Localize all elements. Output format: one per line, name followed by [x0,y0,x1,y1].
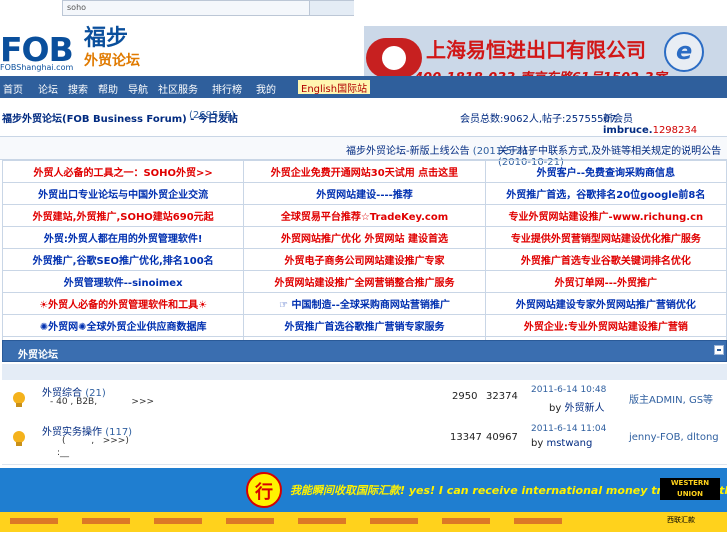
ad-link[interactable]: 专业提供外贸营销型网站建设优化推广服务 [484,226,727,249]
ad-row: 外贸出口专业论坛与中国外贸企业交流 外贸网站建设----推荐 外贸推广首选，谷歌排名… [1,182,727,205]
banner-company-name: 上海易恒进出口有限公司 [426,38,646,62]
topic-count: 13347 [450,432,482,443]
forum-column-header [2,364,727,380]
ad-link[interactable]: 外贸推广首选谷歌推广营销专家服务 [243,314,486,337]
ad-link[interactable]: 外贸网站建设推广全网营销整合推广服务 [243,270,486,293]
logo-title: 福步 [84,26,129,51]
ad-row: ✺外贸网✺全球外贸企业供应商数据库 外贸推广首选谷歌推广营销专家服务 外贸企业:专业… [1,314,727,337]
lightbulb-icon [13,392,25,407]
member-stats: 会员总数:9062人,帖子:25755507 [460,114,617,125]
forum-row: 外贸实务操作 (117) ( , >>>) :__ 13347 40967 20… [2,420,727,465]
western-union-logo: WESTERN UNION [660,478,720,500]
last-post-date[interactable]: 2011-6-14 10:48 [531,385,606,395]
nav-item-forum[interactable]: 论坛 [38,81,58,96]
badge-icon: 行 [246,472,282,508]
lightbulb-icon [13,431,25,446]
logo-domain: FOBShanghai.com [0,63,74,72]
ad-link[interactable]: 全球贸易平台推荐☆TradeKey.com [243,204,486,227]
newest-member[interactable]: 新会员imbruce.1298234 [603,110,727,136]
nav-item-english[interactable]: English国际站 [298,80,371,95]
ad-link[interactable]: 外贸建站,外贸推广,SOHO建站690元起 [1,204,245,227]
ie-globe-icon: e [664,32,704,72]
last-post-author[interactable]: by 外贸新人 [549,399,604,414]
ad-link[interactable]: 外贸企业:专业外贸网站建设推广营销 [484,314,727,337]
ad-link[interactable]: 外贸客户--免费查询采购商信息 [484,160,727,183]
nav-item-help[interactable]: 帮助 [98,81,118,96]
ad-link[interactable]: 外贸网站推广优化 外贸网站 建设首选 [243,226,486,249]
forum-row: 外贸综合 (21) - 40 , B2B, >>> 2950 32374 201… [2,381,727,422]
ad-row: 外贸:外贸人都在用的外贸管理软件! 外贸网站推广优化 外贸网站 建设首选 专业提供外… [1,226,727,249]
ad-link[interactable]: 外贸:外贸人都在用的外贸管理软件! [1,226,245,249]
nav-item-services[interactable]: 社区服务 [158,81,198,96]
ad-link[interactable]: 外贸管理软件--sinoimex [1,270,245,293]
nav-item-home[interactable]: 首页 [3,81,23,96]
ad-link[interactable]: 外贸人必备的工具之一：SOHO外贸>> [1,160,245,183]
forum-description-2: :__ [57,448,70,458]
ad-link[interactable]: 外贸网站建设----推荐 [243,182,486,205]
text-ad-grid: 外贸人必备的工具之一：SOHO外贸>> 外贸企业免费开通网站30天试用 点击这里外… [1,160,727,359]
moderators[interactable]: 版主ADMIN, GS等 [629,391,713,406]
ad-link[interactable]: 外贸电子商务公司网站建设推广专家 [243,248,486,271]
ad-row: ☀外贸人必备的外贸管理软件和工具☀ ☞ 中国制造--全球采购商网站营销推广 外贸网站… [1,292,727,315]
category-title: 外贸论坛 [18,350,58,361]
western-union-cn: 西联汇款 [667,516,695,524]
ad-link[interactable]: 外贸订单网---外贸推广 [484,270,727,293]
nav-item-search[interactable]: 搜索 [68,81,88,96]
ad-link[interactable]: ☀外贸人必备的外贸管理软件和工具☀ [1,292,245,315]
ad-link[interactable]: 外贸出口专业论坛与中国外贸企业交流 [1,182,245,205]
topic-count: 2950 [452,391,478,402]
ad-link[interactable]: ✺外贸网✺全球外贸企业供应商数据库 [1,314,245,337]
post-count: 40967 [486,432,518,443]
forum-category-header: 外贸论坛 [2,340,727,362]
ad-link[interactable]: 专业外贸网站建设推广-www.richung.cn [484,204,727,227]
forum-description: - 40 , B2B, >>> [50,397,155,407]
moderators[interactable]: jenny-FOB, dltong [629,432,719,443]
collapse-icon[interactable] [714,345,724,355]
last-post-author[interactable]: by mstwang [531,438,592,449]
ad-row: 外贸推广,谷歌SEO推广优化,排名100名 外贸电子商务公司网站建设推广专家 外贸推… [1,248,727,271]
logo-subtitle: 外贸论坛 [84,53,140,69]
ad-row: 外贸管理软件--sinoimex 外贸网站建设推广全网营销整合推广服务 外贸订单网-… [1,270,727,293]
post-count: 32374 [486,391,518,402]
nav-item-ranking[interactable]: 排行榜 [212,81,242,96]
ad-row: 外贸人必备的工具之一：SOHO外贸>> 外贸企业免费开通网站30天试用 点击这里外… [1,160,727,183]
announcements-bar: 福步外贸论坛-新版上线公告 (2011-5-21) 关于帖子中联系方式,及外链等… [0,136,727,168]
nav-item-guide[interactable]: 导航 [128,81,148,96]
ad-link[interactable]: ☞ 中国制造--全球采购商网站营销推广 [243,292,486,315]
site-logo[interactable]: FOB FOBShanghai.com 福步 外贸论坛 [0,20,150,75]
search-text: soho [67,3,87,12]
ad-link[interactable]: 外贸网站建设专家外贸网站推广营销优化 [484,292,727,315]
ad-row: 外贸建站,外贸推广,SOHO建站690元起 全球贸易平台推荐☆TradeKey.c… [1,204,727,227]
last-post-date[interactable]: 2011-6-14 11:04 [531,424,606,434]
bank-logos [10,516,650,526]
ad-link[interactable]: 外贸企业免费开通网站30天试用 点击这里 [243,160,486,183]
bottom-ad-banner[interactable]: 行 我能瞬间收取国际汇款! yes! I can receive interna… [0,468,727,532]
forum-description: ( , >>>) [62,436,129,446]
forum-stats: 福步外贸论坛(FOB Business Forum) - 今日发帖 (26955… [0,105,727,136]
today-posts: (269555) [189,110,235,121]
ad-link[interactable]: 外贸推广首选专业谷歌关键词排名优化 [484,248,727,271]
ad-link[interactable]: 外贸推广,谷歌SEO推广优化,排名100名 [1,248,245,271]
nav-item-my[interactable]: 我的 [256,81,276,96]
ad-link[interactable]: 外贸推广首选，谷歌排名20位google前8名 [484,182,727,205]
search-button[interactable] [309,1,354,15]
header: soho FOB FOBShanghai.com 福步 外贸论坛 上海易恒进出口… [0,0,727,87]
main-nav: 首页 论坛 搜索 帮助 导航 社区服务 排行榜 我的 English国际站 [0,76,727,98]
